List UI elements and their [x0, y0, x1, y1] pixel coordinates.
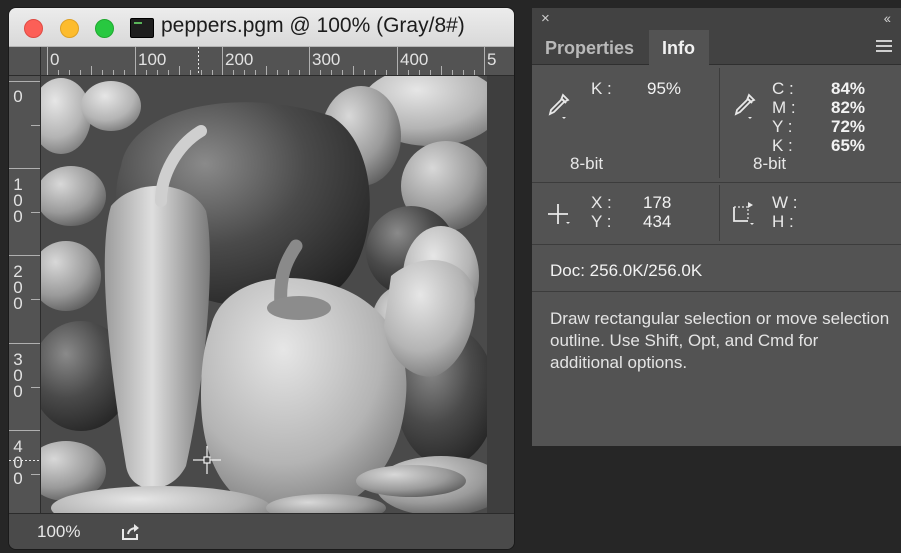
gray-k-label: K : — [591, 79, 612, 98]
y-value: 434 — [643, 212, 672, 231]
image-canvas[interactable] — [41, 76, 487, 513]
tab-info[interactable]: Info — [662, 38, 695, 59]
h-label: H : — [772, 212, 794, 231]
cmyk-y-value: 72% — [831, 117, 866, 136]
document-icon — [130, 18, 154, 38]
eyedropper-icon[interactable] — [732, 93, 758, 121]
info-panel: × ‹‹ Properties Info K : 95% 8-bit C : M… — [532, 8, 901, 446]
ruler-label: 4 0 0 — [13, 437, 23, 488]
panel-menu-icon[interactable] — [876, 40, 892, 52]
ruler-label: 0 — [13, 87, 23, 106]
title-bar[interactable]: peppers.pgm @ 100% (Gray/8#) — [9, 8, 514, 47]
close-panel-button[interactable]: × — [541, 10, 550, 27]
w-label: W : — [772, 193, 798, 212]
tab-properties[interactable]: Properties — [545, 38, 634, 59]
ruler-label: 5 — [487, 50, 497, 69]
ruler-label: 1 0 0 — [13, 175, 23, 226]
ruler-label: 2 0 0 — [13, 262, 23, 313]
zoom-window-button[interactable] — [95, 19, 114, 38]
close-window-button[interactable] — [24, 19, 43, 38]
cmyk-m-label: M : — [772, 98, 796, 117]
zoom-level[interactable]: 100% — [37, 522, 80, 542]
peppers-image — [41, 76, 487, 513]
collapse-panel-button[interactable]: ‹‹ — [884, 10, 891, 26]
x-value: 178 — [643, 193, 672, 212]
cursor-ruler-marker — [198, 47, 199, 75]
document-title: peppers.pgm @ 100% (Gray/8#) — [161, 14, 465, 37]
tool-hint-text: Draw rectangular selection or move selec… — [550, 309, 890, 372]
selection-size-icon[interactable] — [730, 199, 758, 227]
cmyk-c-label: C : — [772, 79, 794, 98]
doc-size: Doc: 256.0K/256.0K — [550, 261, 703, 280]
cmyk-m-value: 82% — [831, 98, 866, 117]
ruler-label: 0 — [50, 50, 60, 69]
horizontal-ruler[interactable]: 0 100 200 300 400 5 — [41, 47, 514, 76]
cmyk-y-label: Y : — [772, 117, 793, 136]
x-label: X : — [591, 193, 612, 212]
cmyk-bitdepth[interactable]: 8-bit — [753, 154, 786, 174]
canvas-pasteboard — [487, 76, 514, 513]
eyedropper-icon[interactable] — [546, 93, 572, 121]
cmyk-k-label: K : — [772, 136, 793, 155]
ruler-label: 200 — [225, 50, 254, 69]
ruler-label: 400 — [400, 50, 429, 69]
y-label: Y : — [591, 212, 612, 231]
gray-k-value: 95% — [647, 79, 682, 98]
gray-bitdepth[interactable]: 8-bit — [570, 154, 603, 174]
ruler-label: 300 — [312, 50, 341, 69]
cmyk-k-value: 65% — [831, 136, 866, 155]
crosshair-icon[interactable] — [546, 202, 574, 228]
status-bar: 100% — [9, 513, 514, 549]
cmyk-c-value: 84% — [831, 79, 866, 98]
panel-header[interactable]: × ‹‹ — [532, 8, 901, 30]
minimize-window-button[interactable] — [60, 19, 79, 38]
ruler-origin[interactable] — [9, 47, 41, 76]
ruler-label: 100 — [138, 50, 167, 69]
share-icon[interactable] — [121, 523, 141, 541]
ruler-label: 3 0 0 — [13, 350, 23, 401]
vertical-ruler[interactable]: 0 1 0 0 2 0 0 3 0 0 4 0 0 — [9, 76, 41, 513]
document-window: peppers.pgm @ 100% (Gray/8#) 0 100 200 3… — [9, 8, 514, 549]
panel-tabbar: Properties Info — [532, 30, 901, 65]
